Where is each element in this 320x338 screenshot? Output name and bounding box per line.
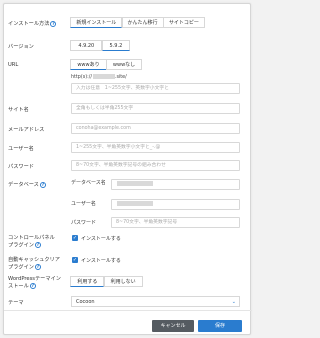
url-label: URL	[8, 62, 19, 68]
save-button[interactable]: 保存	[198, 320, 242, 332]
chevron-down-icon: ⌄	[231, 299, 236, 305]
tab-www-yes[interactable]: wwwあり	[70, 59, 107, 70]
control-panel-plugin-checkbox[interactable]: ✓	[72, 235, 78, 241]
tab-version-old[interactable]: 4.9.20	[70, 40, 103, 51]
username-label: ユーザー名	[8, 146, 34, 152]
theme-install-label: WordPressテーマイン ストール?	[8, 276, 61, 290]
username-input[interactable]: 1~255文字、半角英数字小文字と_-.@	[71, 142, 240, 153]
site-name-label: サイト名	[8, 107, 29, 113]
tab-new-install[interactable]: 新規インストール	[70, 17, 123, 28]
tab-site-copy[interactable]: サイトコピー	[162, 17, 205, 28]
tab-version-new[interactable]: 5.9.2	[101, 40, 131, 51]
db-name-label: データベース名	[71, 180, 106, 186]
db-password-label: パスワード	[71, 220, 97, 226]
footer-divider	[4, 310, 252, 311]
redacted-db-user	[117, 201, 153, 206]
cancel-button[interactable]: キャンセル	[152, 320, 194, 332]
tab-easy-migration[interactable]: かんたん移行	[121, 17, 164, 28]
db-user-input[interactable]	[111, 199, 240, 210]
help-icon[interactable]: ?	[29, 283, 36, 289]
theme-label: テーマ	[8, 300, 24, 306]
theme-select[interactable]: Cocoon ⌄	[71, 296, 240, 307]
auto-cache-plugin-label: 自動キャッシュクリア プラグイン?	[8, 257, 60, 271]
database-label: データベース?	[8, 181, 46, 188]
db-name-input[interactable]	[111, 179, 240, 190]
tab-theme-use[interactable]: 利用する	[70, 276, 105, 287]
version-tabs: 4.9.20 5.9.2	[70, 40, 131, 51]
help-icon[interactable]: ?	[34, 242, 41, 248]
url-preview: http(s)://.site/	[71, 74, 127, 80]
tab-theme-not-use[interactable]: 利用しない	[103, 276, 143, 287]
db-password-input[interactable]: 8~70文字、半角英数字記号	[111, 217, 240, 228]
auto-cache-plugin-checkbox[interactable]: ✓	[72, 257, 78, 263]
install-method-label: インストール方法?	[8, 20, 57, 27]
url-subdirectory-input[interactable]: 入力は任意 1~255文字、英数字小文字と	[71, 83, 240, 94]
version-label: バージョン	[8, 44, 34, 50]
redacted-domain	[92, 74, 115, 79]
help-icon[interactable]: ?	[39, 181, 46, 188]
control-panel-plugin-label: コントロールパネル プラグイン?	[8, 235, 55, 249]
db-user-label: ユーザー名	[71, 201, 96, 207]
auto-cache-plugin-checkbox-label: インストールする	[81, 258, 121, 264]
email-label: メールアドレス	[8, 127, 45, 133]
control-panel-plugin-checkbox-label: インストールする	[81, 236, 121, 242]
wordpress-install-dialog: インストール方法? 新規インストール かんたん移行 サイトコピー バージョン 4…	[3, 3, 252, 335]
help-icon[interactable]: ?	[50, 20, 57, 27]
password-input[interactable]: 8~70文字、半角英数字記号の組み合わせ	[71, 160, 240, 171]
install-method-tabs: 新規インストール かんたん移行 サイトコピー	[70, 17, 205, 28]
site-name-input[interactable]: 全角もしくは半角255文字	[71, 103, 240, 114]
email-input[interactable]: conoha@example.com	[71, 123, 240, 134]
tab-www-no[interactable]: wwwなし	[105, 59, 143, 70]
url-tabs: wwwあり wwwなし	[70, 59, 143, 70]
help-icon[interactable]: ?	[34, 264, 41, 270]
theme-install-tabs: 利用する 利用しない	[70, 276, 143, 287]
password-label: パスワード	[8, 164, 34, 170]
redacted-db-name	[117, 181, 153, 186]
